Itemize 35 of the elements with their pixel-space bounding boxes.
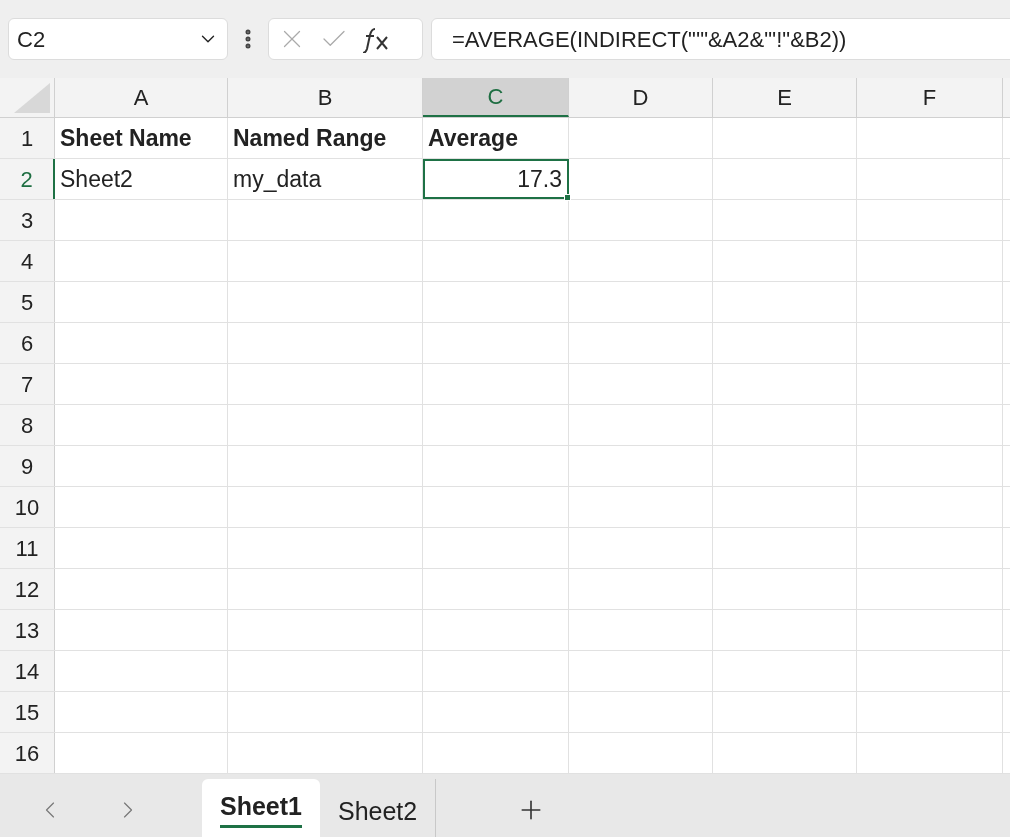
formula-text: =AVERAGE(INDIRECT("'"&A2&"'!"&B2)): [452, 25, 847, 54]
column-header[interactable]: E: [713, 78, 857, 117]
sheet-tab[interactable]: Sheet2: [320, 779, 437, 837]
row-header[interactable]: 7: [0, 364, 55, 404]
row-header[interactable]: 13: [0, 610, 55, 650]
table-cell[interactable]: Named Range: [228, 118, 423, 158]
row-header[interactable]: 4: [0, 241, 55, 281]
row-header[interactable]: 10: [0, 487, 55, 527]
column-header[interactable]: F: [857, 78, 1003, 117]
row-header[interactable]: 16: [0, 733, 55, 773]
formula-bar[interactable]: =AVERAGE(INDIRECT("'"&A2&"'!"&B2)): [431, 18, 1010, 60]
row-header[interactable]: 11: [0, 528, 55, 568]
row-header[interactable]: 15: [0, 692, 55, 732]
table-cell[interactable]: my_data: [228, 159, 423, 199]
column-header[interactable]: A: [55, 78, 228, 117]
row-header[interactable]: 8: [0, 405, 55, 445]
column-header[interactable]: D: [569, 78, 713, 117]
row-header[interactable]: 12: [0, 569, 55, 609]
row-header[interactable]: 9: [0, 446, 55, 486]
sheet-tab[interactable]: Sheet1: [202, 779, 320, 837]
corner-triangle-icon: [14, 83, 50, 113]
row-header[interactable]: 2: [0, 159, 55, 199]
table-cell[interactable]: Sheet2: [55, 159, 228, 199]
row-header[interactable]: 14: [0, 651, 55, 691]
column-header[interactable]: C: [423, 78, 569, 117]
table-cell[interactable]: Average: [423, 118, 569, 158]
row-header[interactable]: 5: [0, 282, 55, 322]
row-header[interactable]: 6: [0, 323, 55, 363]
row-header[interactable]: 1: [0, 118, 55, 158]
row-header[interactable]: 3: [0, 200, 55, 240]
name-box-text: C2: [17, 25, 46, 54]
table-cell[interactable]: Sheet Name: [55, 118, 228, 158]
fill-handle[interactable]: [564, 194, 571, 201]
name-box[interactable]: C2: [8, 18, 228, 60]
table-cell[interactable]: 17.3: [423, 159, 569, 199]
